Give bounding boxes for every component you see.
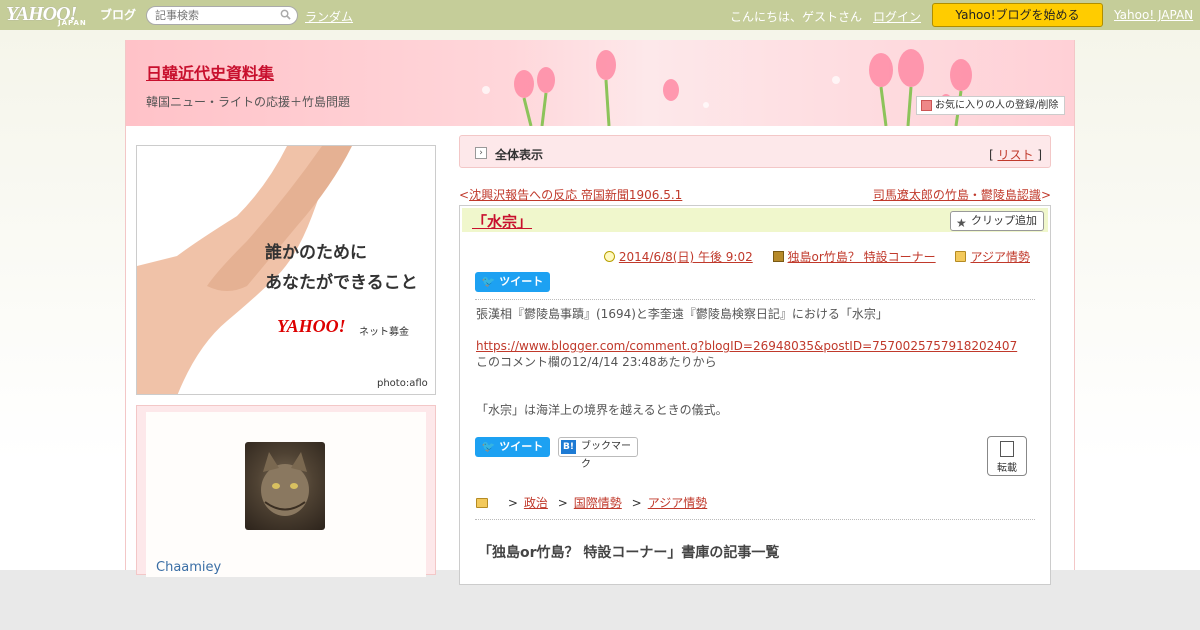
list-link[interactable]: リスト: [997, 148, 1033, 162]
profile-inner: Chaamiey: [146, 412, 426, 577]
reprint-icon: [1000, 441, 1014, 457]
crumb-sep: >: [557, 496, 568, 510]
prev-article-link[interactable]: 沈興沢報告への反応 帝国新聞1906.5.1: [469, 188, 682, 202]
crumb-international[interactable]: 国際情勢: [574, 496, 622, 510]
ad-fund-label: ネット募金: [359, 327, 409, 338]
crumb-sep: >: [507, 496, 518, 510]
tweet-label-top: ツイート: [499, 275, 544, 288]
body-line-3: 「水宗」は海洋上の境界を越えるときの儀式。: [476, 403, 728, 417]
blog-description: 韓国ニュー・ライトの応援＋竹島問題: [146, 95, 351, 109]
clip-add-button[interactable]: ★ クリップ追加: [950, 211, 1044, 231]
folder-icon: [476, 498, 488, 508]
next-article: 司馬遼太郎の竹島・鬱陵島認識>: [873, 186, 1051, 203]
top-navigation-bar: YAHOO! JAPAN ブログ ランダム こんにちは、ゲストさん ログイン Y…: [0, 0, 1200, 30]
category-breadcrumb: > 政治 > 国際情勢 > アジア情勢: [476, 494, 707, 511]
page-background: 日韓近代史資料集 韓国ニュー・ライトの応援＋竹島問題 お気に入りの人の登録/削除…: [0, 30, 1200, 585]
cat-photo: [261, 452, 309, 516]
ad-line-2: あなたができること: [265, 273, 418, 293]
twitter-bird-icon: 🐦: [481, 275, 496, 288]
related-articles-heading: 「独島or竹島？ 特設コーナー」書庫の記事一覧: [478, 545, 780, 561]
twitter-bird-icon: 🐦: [481, 440, 496, 453]
article-body: 張漢相『鬱陵島事蹟』(1694)と李奎遠『鬱陵島検察日記』における「水宗」 ht…: [476, 306, 1036, 418]
list-control: [ リスト ]: [989, 146, 1042, 163]
divider-top: [475, 299, 1035, 300]
reprint-button[interactable]: 転載: [987, 436, 1027, 476]
search-box[interactable]: [146, 6, 298, 25]
ad-photo-credit: photo:aflo: [377, 378, 428, 389]
next-article-link[interactable]: 司馬遼太郎の竹島・鬱陵島認識: [873, 188, 1041, 202]
article-category-link[interactable]: アジア情勢: [970, 250, 1030, 264]
tweet-button-bottom[interactable]: 🐦 ツイート: [475, 437, 550, 457]
book-icon: [772, 251, 784, 262]
logo-japan-text: JAPAN: [58, 19, 87, 27]
article-box: 「水宗」 ★ クリップ追加 2014/6/8(日) 午後 9:02 独島or竹島…: [459, 205, 1051, 585]
avatar[interactable]: [245, 442, 325, 530]
favorite-label: お気に入りの人の登録/削除: [935, 100, 1059, 111]
article-meta: 2014/6/8(日) 午後 9:02 独島or竹島？ 特設コーナー アジア情勢: [588, 248, 1030, 265]
next-arrow: >: [1040, 188, 1051, 202]
divider-bottom: [475, 519, 1035, 520]
folder-icon: [955, 251, 967, 262]
list-bracket-close: ]: [1037, 148, 1042, 162]
greeting-text: こんにちは、ゲストさん: [730, 10, 863, 24]
reprint-label: 転載: [997, 463, 1017, 474]
blog-logo-text[interactable]: ブログ: [100, 6, 136, 23]
article-book-link[interactable]: 独島or竹島？ 特設コーナー: [788, 250, 936, 264]
star-icon: ★: [956, 216, 967, 230]
search-input[interactable]: [155, 9, 275, 22]
hatena-bookmark-button[interactable]: B! ブックマーク: [558, 437, 638, 470]
ad-headline: 誰かのために あなたができること: [265, 238, 418, 298]
search-icon[interactable]: [280, 9, 291, 20]
start-blog-button[interactable]: Yahoo!ブログを始める: [932, 3, 1103, 27]
blogger-comment-link[interactable]: https://www.blogger.com/comment.g?blogID…: [476, 339, 1017, 353]
profile-username[interactable]: Chaamiey: [156, 560, 221, 575]
ad-brand-logo: YAHOO!: [277, 316, 346, 336]
article-title-link[interactable]: 「水宗」: [472, 211, 532, 232]
body-line-1: 張漢相『鬱陵島事蹟』(1694)と李奎遠『鬱陵島検察日記』における「水宗」: [476, 307, 888, 321]
profile-box: Chaamiey: [136, 405, 436, 577]
clock-icon: [603, 251, 615, 262]
list-bracket-open: [: [988, 148, 994, 162]
favorite-icon: [921, 100, 932, 111]
body-line-2: このコメント欄の12/4/14 23:48あたりから: [476, 355, 717, 369]
tweet-label-bottom: ツイート: [499, 440, 544, 453]
article-datetime-link[interactable]: 2014/6/8(日) 午後 9:02: [619, 250, 753, 264]
article-header: 「水宗」 ★ クリップ追加: [462, 208, 1048, 232]
ad-line-1: 誰かのために: [265, 243, 367, 263]
all-display-label: 全体表示: [495, 148, 544, 162]
donation-ad-banner[interactable]: 誰かのために あなたができること YAHOO! ネット募金 photo:aflo: [136, 145, 436, 395]
login-link[interactable]: ログイン: [873, 8, 921, 25]
prev-article: <沈興沢報告への反応 帝国新聞1906.5.1: [459, 186, 682, 203]
view-arrow-icon: ›: [475, 147, 487, 159]
view-bar: › 全体表示 [ リスト ]: [459, 135, 1051, 168]
yahoo-japan-link[interactable]: Yahoo! JAPAN: [1114, 8, 1193, 22]
prev-arrow: <: [459, 188, 470, 202]
blog-frame: 日韓近代史資料集 韓国ニュー・ライトの応援＋竹島問題 お気に入りの人の登録/削除…: [125, 40, 1075, 585]
hatena-b-icon: B!: [561, 440, 576, 454]
clip-label: クリップ追加: [971, 214, 1037, 227]
crumb-asia[interactable]: アジア情勢: [648, 496, 708, 510]
bookmark-label: ブックマーク: [581, 441, 631, 470]
crumb-sep: >: [631, 496, 642, 510]
crumb-politics[interactable]: 政治: [524, 496, 548, 510]
favorite-register-button[interactable]: お気に入りの人の登録/削除: [916, 96, 1065, 115]
random-link[interactable]: ランダム: [305, 8, 353, 25]
tweet-button-top[interactable]: 🐦 ツイート: [475, 272, 550, 292]
blog-header: 日韓近代史資料集 韓国ニュー・ライトの応援＋竹島問題 お気に入りの人の登録/削除: [126, 40, 1074, 126]
blog-title-link[interactable]: 日韓近代史資料集: [146, 60, 274, 84]
